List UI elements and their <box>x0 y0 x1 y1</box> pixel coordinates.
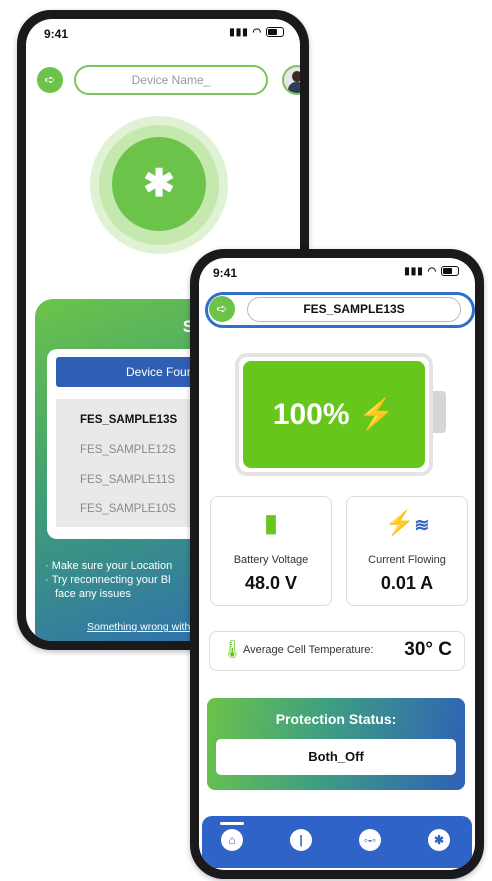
status-bar: 9:41 ▮▮▮ ◠ <box>199 258 475 286</box>
thermometer-icon: 🌡 <box>221 639 244 659</box>
tip-line: face any issues <box>55 588 131 600</box>
dashboard-screen: 9:41 ▮▮▮ ◠ ➪ FES_SAMPLE13S 100% ⚡ ▮ Batt… <box>199 258 475 870</box>
device-list-item[interactable]: FES_SAMPLE13S <box>80 414 177 426</box>
battery-cap <box>433 391 446 433</box>
app-logo-icon[interactable]: ➪ <box>209 296 235 322</box>
profile-avatar[interactable] <box>282 65 300 95</box>
protection-status-title: Protection Status: <box>275 711 397 727</box>
battery-voltage-card: ▮ Battery Voltage 48.0 V <box>210 496 332 606</box>
circuit-icon[interactable]: ◦-◦ <box>359 829 381 851</box>
charging-bolt-icon: ⚡ <box>357 398 396 431</box>
avatar-body <box>288 82 300 93</box>
battery-voltage-value: 48.0 V <box>244 573 298 593</box>
scan-tips: · Make sure your Location · Try reconnec… <box>45 559 172 601</box>
current-flow-icon: ⚡≋ <box>384 510 430 537</box>
battery-status-icon <box>441 266 459 277</box>
status-icons: ▮▮▮ ◠ <box>229 27 284 38</box>
app-logo-icon[interactable]: ➪ <box>37 67 63 93</box>
protection-status-value: Both_Off <box>216 739 456 775</box>
battery-status-icon <box>266 27 284 38</box>
battery-voltage-label: Battery Voltage <box>233 554 309 566</box>
battery-fill: 100% ⚡ <box>243 361 425 468</box>
temperature-value: 30° C <box>404 639 452 660</box>
device-header-bar: ➪ FES_SAMPLE13S <box>205 292 475 328</box>
status-time: 9:41 <box>213 266 238 280</box>
device-list-item[interactable]: FES_SAMPLE11S <box>80 474 175 486</box>
bluetooth-icon[interactable]: ✱ <box>428 829 450 851</box>
nav-active-indicator <box>220 822 244 825</box>
status-time: 9:41 <box>44 27 69 41</box>
bottom-nav: ⌂ | ◦-◦ ✱ <box>202 816 472 868</box>
tip-line: · Make sure your Location <box>45 560 173 572</box>
battery-gauge: 100% ⚡ <box>235 353 446 476</box>
home-icon[interactable]: ⌂ <box>221 829 243 851</box>
temperature-card: 🌡 Average Cell Temperature: 30° C <box>209 631 465 671</box>
device-name-input[interactable]: Device Name_ <box>74 65 268 95</box>
battery-percent: 100% <box>272 398 350 431</box>
bluetooth-scan-button[interactable]: ✱ <box>112 137 206 231</box>
device-list-item[interactable]: FES_SAMPLE12S <box>80 444 176 456</box>
tip-line: · Try reconnecting your Bl <box>45 574 171 586</box>
current-flowing-label: Current Flowing <box>368 554 446 566</box>
protection-status-card: Protection Status: Both_Off <box>207 698 465 790</box>
status-icons: ▮▮▮ ◠ <box>404 266 459 277</box>
current-flowing-card: ⚡≋ Current Flowing 0.01 A <box>346 496 468 606</box>
battery-charge-icon: ▮ <box>264 510 278 537</box>
phone-dashboard-screen: 9:41 ▮▮▮ ◠ ➪ FES_SAMPLE13S 100% ⚡ ▮ Batt… <box>190 249 484 879</box>
device-name-label[interactable]: FES_SAMPLE13S <box>247 297 461 322</box>
thermometer-icon[interactable]: | <box>290 829 312 851</box>
current-flowing-value: 0.01 A <box>380 573 434 593</box>
temperature-label: Average Cell Temperature: <box>243 644 374 656</box>
status-bar: 9:41 ▮▮▮ ◠ <box>26 19 300 47</box>
avatar-head <box>292 71 300 82</box>
device-list-item[interactable]: FES_SAMPLE10S <box>80 503 176 515</box>
help-link[interactable]: Something wrong with <box>87 621 190 633</box>
